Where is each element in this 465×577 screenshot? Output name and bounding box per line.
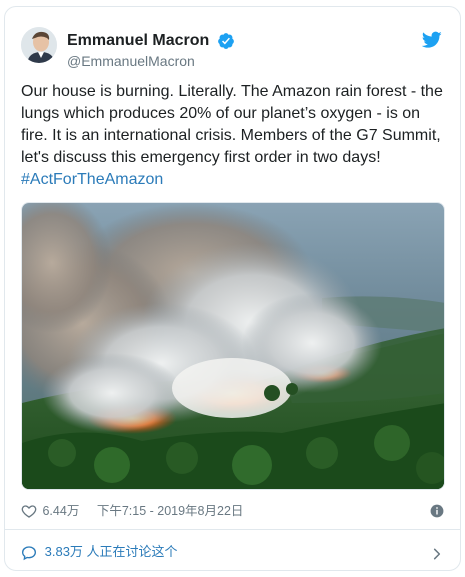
tweet-photo[interactable] — [21, 202, 445, 490]
like-count[interactable]: 6.44万 — [42, 500, 79, 522]
tweet-body: Our house is burning. Literally. The Ama… — [21, 83, 443, 166]
tweet-card[interactable]: Emmanuel Macron @EmmanuelMacron Our hous… — [4, 6, 461, 571]
divider — [5, 529, 460, 530]
twitter-bird-icon[interactable] — [421, 31, 442, 49]
tweet-meta: 6.44万 下午7:15 - 2019年8月22日 — [21, 499, 444, 521]
speech-bubble-icon — [21, 544, 37, 560]
hashtag-link[interactable]: #ActForTheAmazon — [21, 171, 163, 188]
chevron-right-icon[interactable] — [430, 544, 444, 560]
tweet-text: Our house is burning. Literally. The Ama… — [21, 81, 447, 191]
handle[interactable]: @EmmanuelMacron — [67, 52, 235, 70]
timestamp[interactable]: 下午7:15 - 2019年8月22日 — [97, 500, 244, 522]
discussion-count[interactable]: 3.83万 人正在讨论这个 — [45, 539, 178, 565]
discussion-link[interactable]: 3.83万 人正在讨论这个 — [21, 538, 444, 564]
tweet-header: Emmanuel Macron @EmmanuelMacron — [21, 27, 444, 71]
display-name[interactable]: Emmanuel Macron — [67, 31, 209, 51]
info-icon[interactable] — [430, 503, 444, 518]
verified-badge-icon — [217, 32, 235, 50]
heart-icon[interactable] — [21, 503, 37, 519]
avatar[interactable] — [21, 27, 57, 63]
